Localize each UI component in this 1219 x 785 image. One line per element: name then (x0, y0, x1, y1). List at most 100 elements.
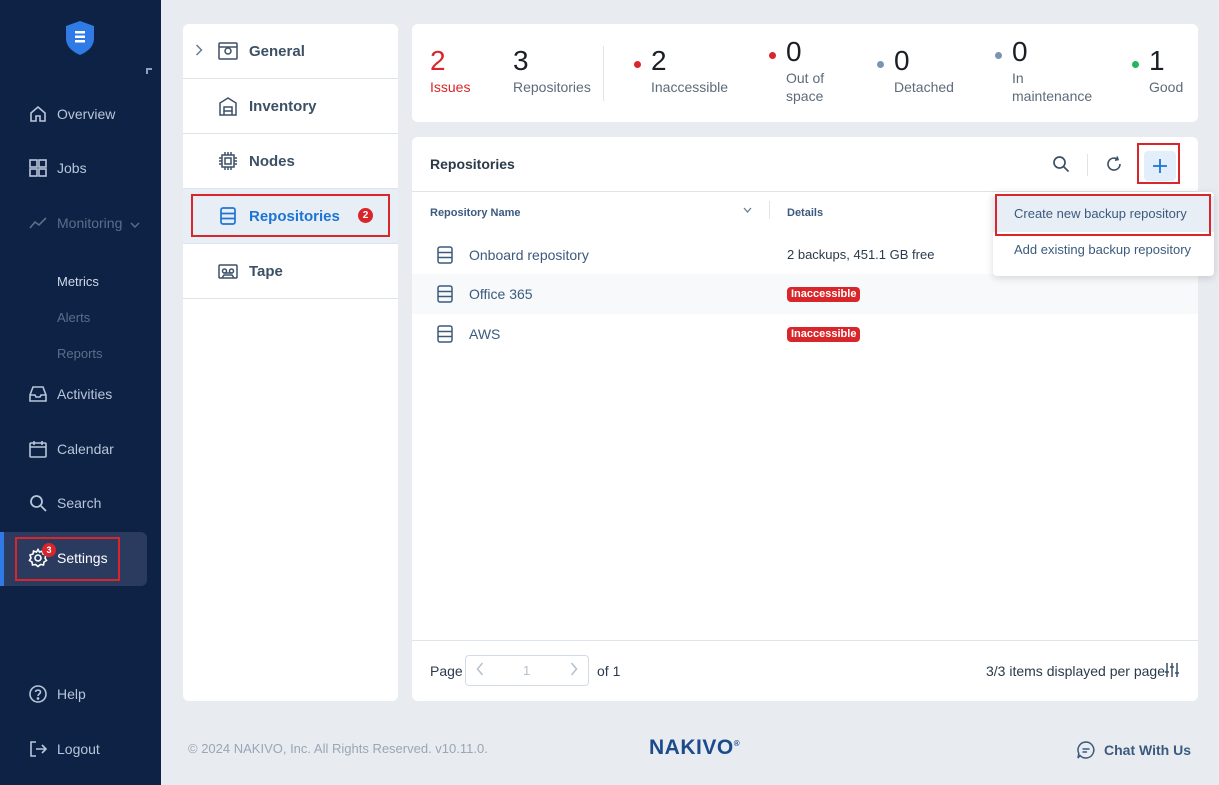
nav-overview[interactable]: Overview (0, 94, 161, 134)
search-button[interactable] (1048, 151, 1074, 177)
node-chip-icon (217, 150, 239, 172)
settings-menu-tape-label: Tape (249, 262, 283, 280)
refresh-icon (1107, 156, 1121, 171)
repository-icon (437, 325, 453, 343)
nav-overview-label: Overview (57, 106, 116, 122)
nav-monitoring-label: Monitoring (57, 215, 123, 231)
add-repository-dropdown: Create new backup repository Add existin… (993, 192, 1214, 276)
sort-chevron-icon[interactable] (743, 205, 752, 216)
nav-monitoring[interactable]: Monitoring (0, 203, 161, 243)
repository-icon (437, 285, 453, 303)
stat-repositories[interactable]: 3 Repositories (513, 46, 591, 96)
add-button-highlight-box (1137, 143, 1180, 184)
nav-alerts[interactable]: Alerts (57, 310, 90, 325)
home-icon (28, 104, 48, 124)
nav-jobs[interactable]: Jobs (0, 148, 161, 188)
stat-inaccessible[interactable]: 2 Inaccessible (634, 45, 728, 96)
summary-divider (603, 46, 604, 101)
stat-in-maintenance-label-1: In (1012, 70, 1024, 86)
nakivo-logo: NAKIVO® (649, 736, 740, 760)
repositories-summary-card: 2 Issues 3 Repositories 2 Inaccessible 0… (412, 24, 1198, 122)
chat-bubble-icon (1077, 741, 1095, 759)
stat-out-of-space[interactable]: 0 Out of space (769, 36, 824, 105)
nav-metrics[interactable]: Metrics (57, 274, 99, 289)
repository-name[interactable]: AWS (469, 326, 500, 342)
stat-issues[interactable]: 2 Issues (430, 46, 470, 96)
sliders-icon (1165, 663, 1179, 677)
stat-repositories-value: 3 (513, 45, 529, 76)
stat-out-of-space-label-2: space (786, 88, 824, 104)
sidebar: Overview Jobs Monitoring Metrics Alerts … (0, 0, 161, 785)
column-settings-button[interactable] (1159, 657, 1185, 683)
pager-divider (412, 640, 1198, 641)
toolbar-divider (1087, 154, 1088, 176)
stat-in-maintenance[interactable]: 0 In maintenance (995, 37, 1092, 105)
settings-menu-tape[interactable]: Tape (183, 244, 398, 299)
general-settings-icon (217, 40, 239, 62)
brand-mark: ® (733, 739, 741, 748)
settings-menu-nodes[interactable]: Nodes (183, 134, 398, 189)
repository-details: 2 backups, 451.1 GB free (787, 247, 935, 262)
nav-help[interactable]: Help (0, 674, 161, 714)
brand-name: NAKIVO (649, 736, 734, 759)
nav-search[interactable]: Search (0, 483, 161, 523)
chevron-left-icon (476, 662, 484, 676)
page-number-input[interactable]: 1 (523, 663, 530, 678)
settings-menu-general-label: General (249, 42, 305, 60)
nav-calendar[interactable]: Calendar (0, 429, 161, 469)
status-dot-gray-icon (877, 61, 884, 68)
table-row[interactable]: AWS Inaccessible (412, 314, 1198, 354)
column-header-name[interactable]: Repository Name (430, 207, 520, 219)
chat-with-us-button[interactable]: Chat With Us (1076, 740, 1191, 760)
stat-repositories-label: Repositories (513, 79, 591, 95)
status-dot-red-icon (634, 61, 641, 68)
stat-inaccessible-value: 2 (651, 45, 667, 76)
repository-name[interactable]: Onboard repository (469, 247, 589, 263)
prev-page-button[interactable] (476, 662, 484, 680)
status-dot-gray-icon (995, 52, 1002, 59)
nav-help-label: Help (57, 686, 86, 702)
repository-name[interactable]: Office 365 (469, 286, 533, 302)
stat-detached[interactable]: 0 Detached (877, 45, 954, 96)
nav-activities-label: Activities (57, 386, 113, 402)
nav-jobs-label: Jobs (57, 160, 87, 176)
nav-calendar-label: Calendar (57, 441, 114, 457)
copyright-text: © 2024 NAKIVO, Inc. All Rights Reserved.… (188, 741, 488, 756)
settings-menu-general[interactable]: General (183, 24, 398, 79)
stat-good[interactable]: 1 Good (1132, 45, 1183, 96)
stat-good-value: 1 (1149, 45, 1165, 76)
add-existing-backup-repository[interactable]: Add existing backup repository (993, 232, 1214, 268)
nakivo-shield-logo-icon[interactable] (64, 20, 96, 56)
stat-detached-value: 0 (894, 45, 910, 76)
status-badge: Inaccessible (787, 287, 861, 302)
table-row[interactable]: Office 365 Inaccessible (412, 274, 1198, 314)
column-header-details[interactable]: Details (787, 207, 823, 219)
status-dot-red-icon (769, 52, 776, 59)
stat-out-of-space-value: 0 (786, 36, 802, 67)
column-divider[interactable] (769, 201, 770, 219)
stat-issues-label: Issues (430, 79, 471, 95)
tape-icon (217, 260, 239, 282)
settings-highlight-box (15, 537, 120, 581)
nav-activities[interactable]: Activities (0, 374, 161, 414)
settings-menu-inventory[interactable]: Inventory (183, 79, 398, 134)
settings-menu-panel: General Inventory Nodes Repositories Tap… (183, 24, 398, 701)
collapse-sidebar-icon[interactable] (146, 68, 152, 74)
settings-menu-inventory-label: Inventory (249, 97, 317, 115)
nav-logout[interactable]: Logout (0, 729, 161, 769)
next-page-button[interactable] (570, 662, 578, 680)
trend-line-icon (28, 213, 48, 233)
nav-reports[interactable]: Reports (57, 346, 103, 361)
pager-label: Page (430, 663, 463, 679)
create-repository-highlight-box (995, 194, 1211, 236)
help-circle-icon (28, 684, 48, 704)
stat-detached-label: Detached (894, 79, 954, 95)
settings-menu-nodes-label: Nodes (249, 152, 295, 170)
stat-issues-value: 2 (430, 45, 446, 76)
repositories-title: Repositories (430, 156, 515, 172)
status-dot-green-icon (1132, 61, 1139, 68)
status-badge: Inaccessible (787, 327, 861, 342)
refresh-button[interactable] (1101, 151, 1127, 177)
nav-search-label: Search (57, 495, 102, 511)
chevron-right-icon (195, 43, 203, 59)
